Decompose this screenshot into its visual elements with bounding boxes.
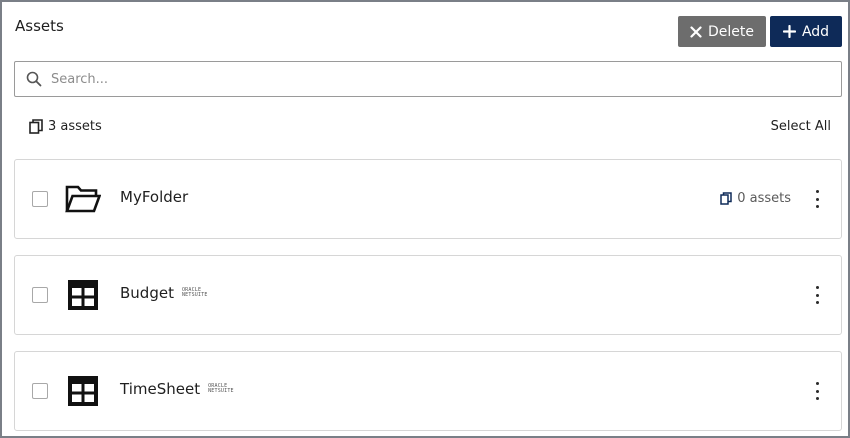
add-button-label: Add [801, 23, 830, 40]
asset-name-label: Budget [120, 284, 174, 302]
asset-name-label: MyFolder [120, 188, 189, 206]
asset-name[interactable]: Budget ORACLE NETSUITE [120, 284, 208, 302]
assets-panel: Assets Delete Add 3 assets Select All [0, 0, 850, 438]
asset-name-label: TimeSheet [120, 380, 201, 398]
folder-asset-count: 0 assets [720, 191, 791, 206]
asset-card[interactable]: Budget ORACLE NETSUITE [14, 255, 842, 335]
table-grid-icon [65, 278, 101, 312]
asset-card[interactable]: MyFolder 0 assets [14, 159, 842, 239]
asset-name[interactable]: MyFolder [120, 188, 188, 206]
asset-card[interactable]: TimeSheet ORACLE NETSUITE [14, 351, 842, 431]
more-options-icon[interactable] [813, 286, 821, 304]
search-icon [26, 71, 42, 87]
search-input[interactable] [51, 71, 811, 87]
asset-checkbox[interactable] [32, 383, 48, 399]
more-options-icon[interactable] [813, 190, 821, 208]
add-button[interactable]: Add [770, 16, 842, 47]
delete-button-label: Delete [708, 23, 754, 40]
source-tag: ORACLE NETSUITE [208, 383, 234, 394]
panel-title: Assets [15, 17, 64, 35]
asset-checkbox[interactable] [32, 287, 48, 303]
asset-count-label: 3 assets [48, 119, 102, 134]
asset-checkbox[interactable] [32, 191, 48, 207]
delete-button[interactable]: Delete [678, 16, 766, 47]
asset-count-summary: 3 assets [29, 119, 102, 134]
source-tag: ORACLE NETSUITE [181, 287, 208, 298]
select-all-link[interactable]: Select All [771, 119, 831, 134]
search-box[interactable] [14, 61, 842, 97]
copy-icon [720, 192, 732, 205]
copy-icon [29, 119, 43, 134]
asset-name[interactable]: TimeSheet ORACLE NETSUITE [120, 380, 234, 398]
folder-asset-count-label: 0 assets [737, 191, 791, 206]
folder-open-icon [65, 182, 101, 216]
plus-icon [782, 25, 796, 38]
table-grid-icon [65, 374, 101, 408]
more-options-icon[interactable] [813, 382, 821, 400]
close-icon [690, 25, 702, 38]
